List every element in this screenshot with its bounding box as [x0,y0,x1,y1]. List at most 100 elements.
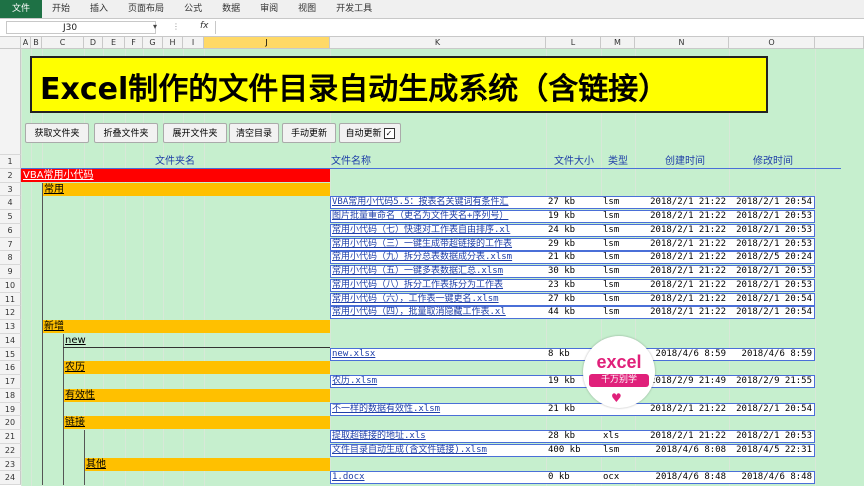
file-link[interactable]: 常用小代码（九）拆分总表数据成分表.xlsm [330,251,546,264]
ribbon-tab-8[interactable]: 开发工具 [326,0,382,18]
file-link[interactable]: 文件目录自动生成(含文件链接).xlsm [330,444,546,457]
ribbon-tab-1[interactable]: 开始 [42,0,80,18]
row-header[interactable]: 21 [0,430,21,444]
folder-item[interactable]: 农历 [63,361,330,375]
file-link[interactable]: 常用小代码（六），工作表一键更名.xlsm [330,293,546,306]
column-header[interactable]: I [183,37,204,49]
column-header[interactable]: A [21,37,31,49]
file-type: lsm [603,307,620,318]
file-link[interactable]: new.xlsx [330,348,546,361]
row-header[interactable]: 14 [0,333,21,348]
file-created: 2018/4/6 8:48 [655,472,726,483]
row-header[interactable]: 16 [0,361,21,375]
ribbon-tab-0[interactable]: 文件 [0,0,43,18]
file-link[interactable]: 常用小代码（八）拆分工作表拆分为工作表 [330,279,546,292]
grid-line [815,49,816,486]
file-link[interactable]: 常用小代码（七）快速对工作表自由排序.xl [330,224,546,237]
manual-update-button[interactable]: 手动更新 [282,123,336,143]
row-header[interactable]: 4 [0,196,21,210]
row-header[interactable]: 17 [0,375,21,389]
name-box[interactable]: J30 [6,21,156,34]
column-header[interactable]: L [546,37,601,49]
file-created: 2018/2/1 21:22 [650,224,726,235]
file-modified: 2018/2/1 20:53 [736,266,812,276]
column-header[interactable]: J [204,37,330,49]
row-header[interactable]: 10 [0,278,21,293]
row-header[interactable]: 1 [0,155,21,169]
row-header[interactable]: 9 [0,265,21,279]
file-created: 2018/2/1 21:22 [650,211,726,221]
file-modified: 2018/2/1 20:54 [736,403,812,414]
row-header[interactable]: 13 [0,320,21,334]
banner-title: Excel制作的文件目录自动生成系统（含链接） [40,72,669,107]
row-header[interactable]: 5 [0,210,21,224]
file-size: 21 kb [548,252,576,263]
row-header[interactable]: 2 [0,168,21,183]
column-header-extra[interactable] [815,37,864,49]
folder-item[interactable]: new [63,334,330,347]
file-link[interactable]: 提取超链接的地址.xls [330,430,546,443]
file-link[interactable]: 1.docx [330,471,546,484]
ribbon-tab-4[interactable]: 公式 [174,0,212,18]
folder-item[interactable]: 其他 [84,457,330,471]
row-header[interactable]: 18 [0,388,21,403]
formula-input[interactable] [215,21,861,34]
column-header[interactable]: E [103,37,125,49]
row-header[interactable]: 24 [0,471,21,485]
folder-item[interactable]: 有效性 [63,388,330,402]
column-header[interactable]: N [635,37,729,49]
ribbon-tab-2[interactable]: 插入 [80,0,118,18]
file-type: lsm [603,293,620,304]
file-type: lsm [603,266,620,276]
collapse-folder-button[interactable]: 折叠文件夹 [94,123,158,143]
file-created: 2018/4/6 8:08 [655,444,726,455]
folder-item[interactable]: 常用 [42,182,330,196]
folder-item[interactable]: VBA常用小代码 [21,168,330,182]
auto-update-checkbox[interactable]: 自动更新 ✓ [339,123,401,143]
file-size: 19 kb [548,211,576,221]
get-folder-button[interactable]: 获取文件夹 [25,123,89,143]
row-header[interactable]: 8 [0,251,21,265]
row-header[interactable]: 6 [0,223,21,238]
ribbon-tab-3[interactable]: 页面布局 [118,0,174,18]
column-header[interactable]: K [330,37,546,49]
file-link[interactable]: 常用小代码（五）一键多表数据汇总.xlsm [330,265,546,278]
row-header[interactable]: 11 [0,292,21,307]
column-header[interactable]: D [84,37,103,49]
row-header[interactable]: 7 [0,237,21,252]
file-created: 2018/2/1 21:22 [650,197,726,208]
column-header[interactable]: M [601,37,635,49]
name-box-dropdown-icon[interactable]: ▾ [153,22,157,31]
expand-folder-button[interactable]: 展开文件夹 [163,123,227,143]
folder-item[interactable]: 新增 [42,320,330,333]
row-header[interactable]: 22 [0,443,21,458]
checkbox-check-icon[interactable]: ✓ [383,128,395,139]
ribbon-tab-6[interactable]: 审阅 [250,0,288,18]
select-all-corner[interactable] [0,37,21,49]
folder-item[interactable]: 链接 [63,416,330,430]
file-link[interactable]: VBA常用小代码5.5：按表名关键词有条件汇 [330,196,546,209]
column-header[interactable]: B [31,37,42,49]
file-link[interactable]: 常用小代码（四），批量取消隐藏工作表.xl [330,306,546,319]
row-header[interactable]: 15 [0,347,21,362]
file-link[interactable]: 农历.xlsm [330,375,546,388]
column-header[interactable]: H [163,37,183,49]
file-link[interactable]: 不一样的数据有效性.xlsm [330,403,546,416]
column-header[interactable]: G [143,37,163,49]
column-header[interactable]: O [729,37,815,49]
ribbon-tab-5[interactable]: 数据 [212,0,250,18]
row-header[interactable]: 3 [0,182,21,197]
clear-directory-button[interactable]: 清空目录 [229,123,279,143]
column-header[interactable]: C [42,37,84,49]
row-header[interactable]: 20 [0,416,21,430]
column-header[interactable]: F [125,37,143,49]
file-link[interactable]: 常用小代码（三）一键生成带超链接的工作表 [330,238,546,251]
file-size: 44 kb [548,307,576,318]
file-size: 24 kb [548,224,576,235]
insert-function-icon[interactable]: fx [200,21,209,31]
row-header[interactable]: 23 [0,457,21,472]
row-header[interactable]: 12 [0,306,21,320]
row-header[interactable]: 19 [0,402,21,417]
file-link[interactable]: 图片批量重命名（更名为文件夹名+序列号） [330,210,546,223]
ribbon-tab-7[interactable]: 视图 [288,0,326,18]
